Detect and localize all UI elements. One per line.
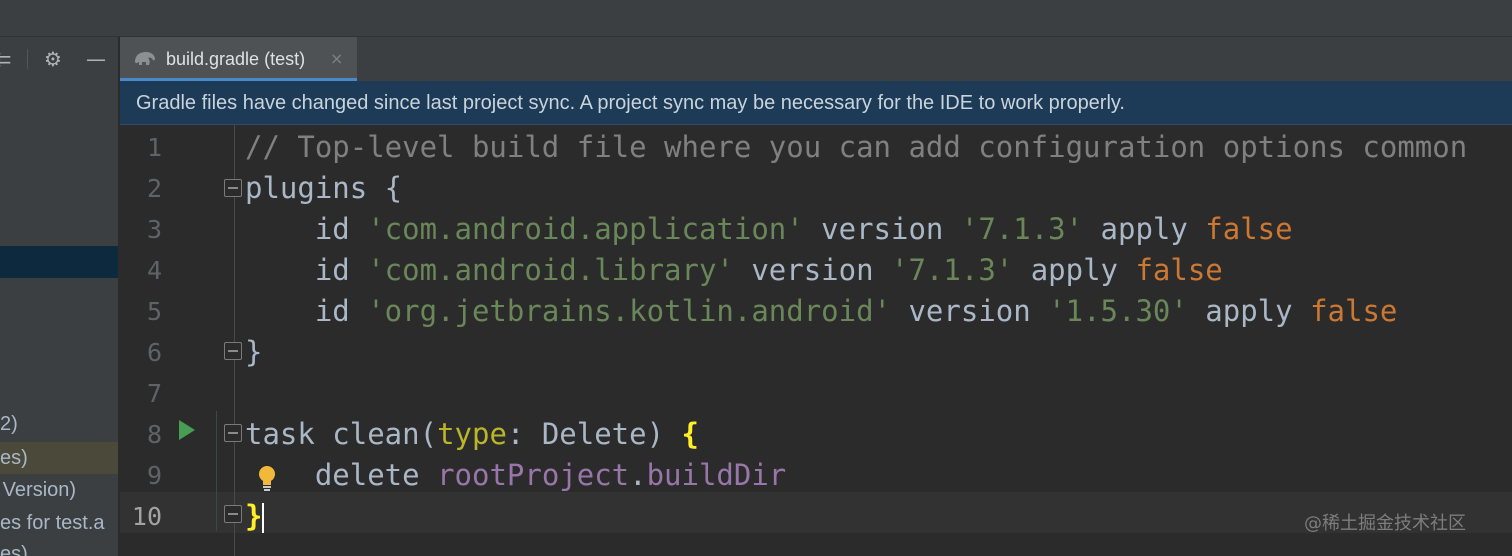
code-token: '1.5.30' <box>1048 294 1188 328</box>
code-token: id <box>245 212 368 246</box>
project-panel-toolbar: ⇇ ⚙ — <box>0 37 118 81</box>
code-token: // Top-level build file where you can ad… <box>245 130 1468 164</box>
tab-label: build.gradle (test) <box>166 49 306 69</box>
code-token: { <box>681 417 699 451</box>
tab-build-gradle[interactable]: build.gradle (test) × <box>120 37 357 81</box>
tree-item[interactable]: es) <box>0 540 28 556</box>
code-token: buildDir <box>646 458 787 492</box>
code-token: version <box>891 294 1049 328</box>
fold-toggle-icon[interactable] <box>224 424 242 442</box>
code-token: false <box>1135 253 1223 287</box>
code-token: 'com.android.library' <box>367 253 734 287</box>
editor-tab-strip: build.gradle (test) × <box>120 37 1512 81</box>
code-token: false <box>1310 294 1398 328</box>
code-line[interactable]: task clean(type: Delete) { <box>245 414 699 455</box>
tree-item[interactable]: es for test.a <box>0 509 105 537</box>
code-token: type <box>437 417 507 451</box>
watermark: @稀土掘金技术社区 <box>1304 513 1466 534</box>
code-line[interactable]: id 'com.android.application' version '7.… <box>245 209 1293 250</box>
line-number: 6 <box>146 338 162 367</box>
code-line[interactable]: delete rootProject.buildDir <box>245 455 786 496</box>
tree-item[interactable]: es) <box>0 444 28 472</box>
tree-item[interactable]: e Version) <box>0 476 76 504</box>
code-token: '7.1.3' <box>891 253 1014 287</box>
code-line[interactable]: } <box>245 332 262 373</box>
selected-tree-row[interactable] <box>0 246 118 278</box>
code-token: apply <box>1187 294 1311 328</box>
run-gutter-icon[interactable] <box>179 420 195 440</box>
collapse-all-icon[interactable]: ⇇ <box>0 47 12 71</box>
line-number: 2 <box>146 174 162 203</box>
line-number: 9 <box>146 461 162 490</box>
code-token: task clean( <box>245 417 438 451</box>
code-line[interactable]: id 'com.android.library' version '7.1.3'… <box>245 250 1223 291</box>
code-token: id <box>245 253 368 287</box>
code-token: } <box>245 499 263 533</box>
code-token: apply <box>1083 212 1206 246</box>
line-number: 10 <box>131 502 162 531</box>
code-line[interactable]: } <box>245 496 265 537</box>
fold-toggle-icon[interactable] <box>224 505 242 523</box>
code-token: . <box>629 458 647 492</box>
gear-icon[interactable]: ⚙ <box>40 47 66 71</box>
tree-item[interactable]: 2) <box>0 410 18 438</box>
code-token: : Delete) <box>506 417 682 451</box>
line-number: 7 <box>146 379 162 408</box>
code-token: false <box>1205 212 1293 246</box>
code-token: plugins { <box>245 171 403 205</box>
code-line[interactable]: id 'org.jetbrains.kotlin.android' versio… <box>245 291 1398 332</box>
line-number: 5 <box>146 297 162 326</box>
fold-toggle-icon[interactable] <box>224 179 242 197</box>
code-token: '7.1.3' <box>960 212 1084 246</box>
code-line[interactable]: // Top-level build file where you can ad… <box>245 127 1467 168</box>
code-token: rootProject <box>437 458 630 492</box>
gradle-sync-banner: Gradle files have changed since last pro… <box>120 81 1512 125</box>
title-bar <box>0 0 1512 37</box>
gradle-elephant-icon <box>135 52 155 65</box>
hide-panel-icon[interactable]: — <box>84 47 108 71</box>
line-number: 3 <box>146 215 162 244</box>
banner-message: Gradle files have changed since last pro… <box>136 92 1125 114</box>
indent-guide <box>216 411 217 531</box>
code-token: } <box>245 335 263 369</box>
code-token: delete <box>245 458 438 492</box>
code-token: 'org.jetbrains.kotlin.android' <box>367 294 892 328</box>
code-token: version <box>803 212 961 246</box>
fold-toggle-icon[interactable] <box>224 342 242 360</box>
line-number: 4 <box>146 256 162 285</box>
toolbar-divider <box>27 49 28 69</box>
close-icon[interactable]: × <box>330 47 343 71</box>
project-panel: ⇇ ⚙ — 2) es) e Version) es for test.a es… <box>0 37 119 556</box>
code-line[interactable]: plugins { <box>245 168 402 209</box>
code-editor[interactable]: 1 2 3 4 5 6 7 8 9 10 // Top-level build file wher… <box>120 125 1512 556</box>
code-token: id <box>245 294 368 328</box>
code-token: 'com.android.application' <box>367 212 804 246</box>
code-token: version <box>733 253 892 287</box>
line-number: 8 <box>146 420 162 449</box>
text-caret <box>262 503 265 533</box>
code-token: apply <box>1013 253 1136 287</box>
line-number: 1 <box>146 133 162 162</box>
